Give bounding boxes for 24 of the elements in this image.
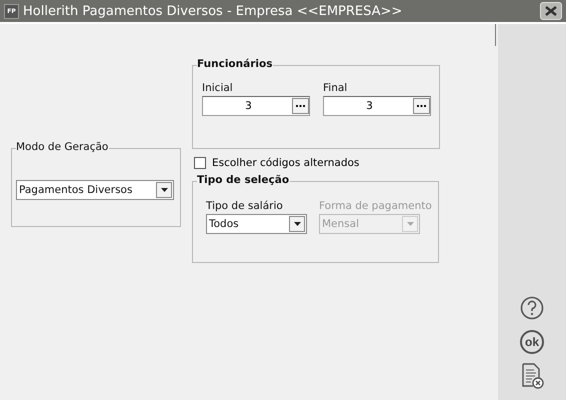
group-title: Tipo de seleção <box>197 174 290 186</box>
dropdown[interactable]: Todos <box>206 214 307 234</box>
caret-icon <box>406 222 414 226</box>
checkbox-label: Escolher códigos alternados <box>212 157 360 169</box>
field-label: Forma de pagamento <box>319 200 432 212</box>
ok-button[interactable]: ok <box>520 330 544 354</box>
window-title: Hollerith Pagamentos Diversos - Empresa <<EMPRESA>> <box>23 4 404 18</box>
close-icon <box>545 6 557 16</box>
input-field[interactable]: 3 <box>323 96 431 116</box>
field-label: Tipo de salário <box>206 200 284 212</box>
help-button[interactable] <box>518 294 546 322</box>
caret-icon <box>160 188 168 192</box>
caret-icon <box>294 222 300 226</box>
checkbox-row[interactable]: Escolher códigos alternados <box>194 157 440 169</box>
browse-button[interactable] <box>292 98 309 114</box>
field-label: Final <box>323 82 348 94</box>
group-title: Funcionários <box>197 58 274 70</box>
close-button[interactable] <box>540 2 562 20</box>
field-label: Inicial <box>202 82 234 94</box>
group-title: Modo de Geração <box>16 141 110 153</box>
browse-button[interactable] <box>413 98 430 114</box>
checkbox[interactable] <box>194 157 206 169</box>
input-field[interactable]: 3 <box>202 96 310 116</box>
mode-dropdown[interactable]: Pagamentos Diversos <box>16 180 174 200</box>
